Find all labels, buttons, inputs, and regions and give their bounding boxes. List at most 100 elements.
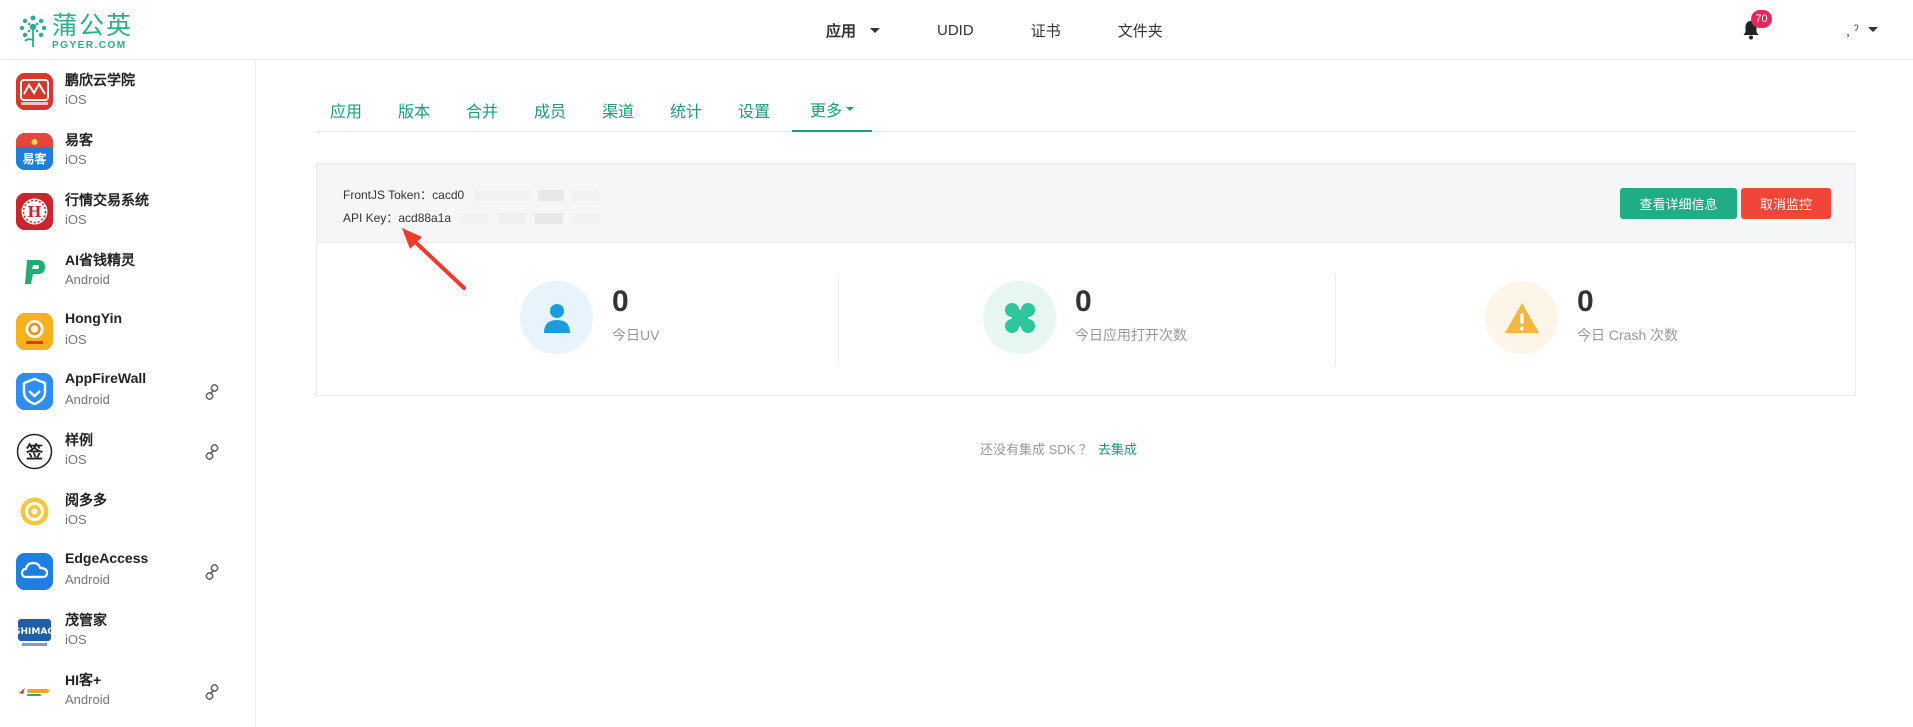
view-details-button[interactable]: 查看详细信息: [1620, 188, 1737, 219]
tab-channels[interactable]: 渠道: [596, 88, 640, 132]
hangqing-app-icon: H: [16, 192, 53, 230]
app-name: 阅多多: [65, 492, 107, 508]
app-platform: iOS: [65, 152, 87, 167]
sdk-integration-note: 还没有集成 SDK ？ 去集成: [0, 439, 1913, 458]
user-icon: [520, 281, 593, 354]
user-menu[interactable]: ¸ ˀ: [1846, 22, 1879, 37]
cancel-monitoring-button[interactable]: 取消监控: [1741, 188, 1831, 219]
nav-udid[interactable]: UDID: [937, 22, 974, 39]
user-name: ¸ ˀ: [1846, 22, 1859, 37]
api-key-label: API Key：: [343, 211, 399, 225]
tab-label: 应用: [329, 104, 362, 121]
api-key-value[interactable]: acd88a1a: [398, 211, 451, 225]
sidebar-app-item[interactable]: 阅多多 iOS: [0, 481, 255, 541]
app-sidebar: 鹏欣云学院 iOS 易客 易客 iOS H 行情交易系统 iOS AI省钱精灵 …: [0, 61, 256, 727]
app-name: AppFireWall: [65, 370, 147, 386]
stat-label: 今日应用打开次数: [1075, 327, 1187, 343]
dandelion-logo-icon: [19, 15, 47, 47]
app-platform: Android: [65, 392, 110, 407]
integrate-sdk-link[interactable]: 去集成: [1098, 442, 1137, 457]
app-name: 茂管家: [65, 612, 107, 628]
redacted-mask: [473, 190, 529, 202]
stat-value: 0: [1577, 285, 1594, 318]
tab-label: 设置: [737, 104, 770, 121]
nav-apps-label: 应用: [826, 22, 857, 40]
redacted-mask: [497, 213, 526, 225]
redacted-mask: [572, 213, 601, 225]
tab-members[interactable]: 成员: [528, 88, 572, 132]
app-tabs: 应用 版本 合并 成员 渠道 统计 设置 更多: [316, 88, 1856, 132]
top-bar: 蒲公英 PGYER.COM 应用 UDID 证书 文件夹 70 ¸ ˀ: [0, 0, 1913, 60]
redacted-mask: [573, 190, 600, 202]
redacted-mask: [537, 190, 564, 202]
nav-udid-label: UDID: [937, 21, 974, 39]
redacted-mask: [535, 213, 564, 225]
hongyin-app-icon: [16, 312, 53, 350]
pengxin-app-icon: [16, 72, 53, 110]
chevron-down-icon: [1868, 27, 1879, 32]
nav-certificates-label: 证书: [1030, 22, 1061, 40]
cancel-monitoring-label: 取消监控: [1759, 197, 1812, 212]
app-platform: iOS: [65, 212, 87, 227]
tab-statistics[interactable]: 统计: [664, 88, 708, 132]
app-name: AI省钱精灵: [65, 252, 135, 268]
sidebar-app-item[interactable]: EdgeAccess Android: [0, 541, 255, 601]
maoguanjia-app-icon: SHIMAO: [16, 612, 53, 650]
tab-label: 统计: [669, 104, 702, 121]
nav-folders[interactable]: 文件夹: [1118, 20, 1163, 41]
sdk-note-text: 还没有集成 SDK ？: [980, 442, 1092, 457]
tab-label: 版本: [397, 104, 430, 121]
pgyer-logo[interactable]: 蒲公英 PGYER.COM: [18, 12, 133, 51]
appfirewall-app-icon: [16, 372, 53, 410]
annotation-arrow-icon: [402, 228, 466, 290]
frontjs-token-label: FrontJS Token：: [343, 188, 433, 202]
stat-value: 0: [1075, 285, 1092, 318]
chevron-down-icon: [870, 27, 881, 33]
app-platform: Android: [65, 572, 110, 587]
top-nav: 应用 UDID 证书 文件夹: [826, 0, 1220, 60]
app-name: 行情交易系统: [65, 192, 149, 208]
link-icon[interactable]: [203, 683, 221, 701]
logo-text-cn: 蒲公英: [52, 12, 134, 40]
app-platform: iOS: [65, 332, 87, 347]
sidebar-app-item[interactable]: AppFireWall Android: [0, 361, 255, 421]
app-platform: Android: [65, 272, 110, 287]
stat-divider: [838, 274, 839, 366]
sidebar-app-item[interactable]: HI客+ Android: [0, 661, 255, 721]
clover-icon: [983, 281, 1056, 354]
sidebar-app-item[interactable]: SHIMAO 茂管家 iOS: [0, 601, 255, 661]
stat-value: 0: [612, 285, 629, 318]
tab-versions[interactable]: 版本: [392, 88, 436, 132]
warning-icon: [1485, 281, 1558, 354]
frontjs-token-value[interactable]: cacd0: [432, 188, 464, 202]
tab-merge[interactable]: 合并: [460, 88, 504, 132]
tab-more[interactable]: 更多: [792, 88, 872, 132]
app-name: HongYin: [65, 310, 123, 326]
app-name: 鹏欣云学院: [65, 72, 135, 88]
logo-text-en: PGYER.COM: [52, 40, 127, 51]
nav-folders-label: 文件夹: [1117, 22, 1163, 40]
ai-shengqian-app-icon: [16, 252, 53, 290]
link-icon[interactable]: [203, 383, 221, 401]
app-name: HI客+: [65, 672, 102, 688]
tab-settings[interactable]: 设置: [732, 88, 776, 132]
stat-label: 今日 Crash 次数: [1577, 327, 1679, 343]
svg-text:SHIMAO: SHIMAO: [16, 627, 53, 637]
tab-label: 合并: [465, 104, 498, 121]
tab-app[interactable]: 应用: [324, 88, 368, 132]
frontjs-token-row: FrontJS Token：cacd0: [343, 186, 600, 203]
hike-app-icon: [16, 672, 53, 710]
svg-text:易客: 易客: [22, 151, 47, 166]
sidebar-app-item[interactable]: H 行情交易系统 iOS: [0, 181, 255, 241]
sidebar-app-item[interactable]: AI省钱精灵 Android: [0, 241, 255, 301]
app-platform: iOS: [65, 632, 87, 647]
sidebar-app-item[interactable]: 易客 易客 iOS: [0, 121, 255, 181]
sidebar-app-item[interactable]: HongYin iOS: [0, 301, 255, 361]
link-icon[interactable]: [203, 563, 221, 581]
sidebar-app-item[interactable]: 鹏欣云学院 iOS: [0, 61, 255, 121]
monitor-panel: FrontJS Token：cacd0 API Key：acd88a1a 查看详…: [316, 163, 1856, 396]
nav-apps[interactable]: 应用: [826, 20, 881, 41]
nav-certificates[interactable]: 证书: [1031, 20, 1061, 41]
stat-divider: [1335, 274, 1336, 366]
stat-label: 今日UV: [612, 327, 660, 343]
